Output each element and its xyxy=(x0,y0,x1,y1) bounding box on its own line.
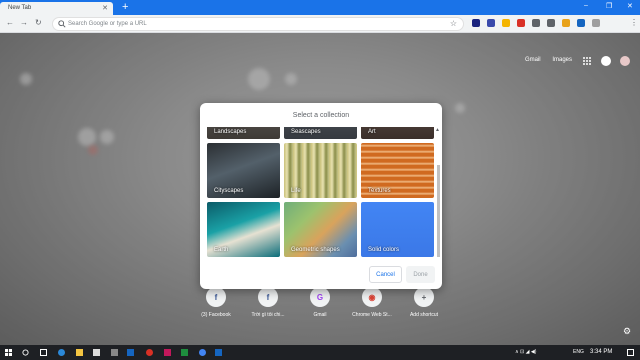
images-link[interactable]: Images xyxy=(552,57,572,63)
extension-icon[interactable] xyxy=(487,19,495,27)
shortcut-tile[interactable]: + Add shortcut xyxy=(404,287,444,318)
store-icon[interactable] xyxy=(93,349,100,356)
clock[interactable]: 3:34 PM xyxy=(590,349,612,355)
reload-button[interactable]: ↻ xyxy=(35,18,42,27)
collection-label: Geometric shapes xyxy=(291,247,340,253)
shortcut-label: Add shortcut xyxy=(409,312,439,318)
collection-grid: Landscapes Seascapes Art Cityscapes Life Text… xyxy=(200,127,442,263)
search-icon xyxy=(58,20,66,28)
extension-icon[interactable] xyxy=(517,19,525,27)
shortcut-icon: f xyxy=(258,287,278,307)
collection-label: Art xyxy=(368,129,376,135)
notification-center-icon[interactable] xyxy=(627,349,634,356)
language-indicator[interactable]: ENG xyxy=(573,349,584,355)
task-view-icon[interactable] xyxy=(40,349,47,356)
customize-gear-icon[interactable]: ⚙ xyxy=(623,326,631,337)
shortcut-label: Chrome Web St... xyxy=(352,312,392,318)
collection-label: Life xyxy=(291,188,301,194)
excel-icon[interactable] xyxy=(181,349,188,356)
maximize-button[interactable]: ❐ xyxy=(606,2,612,10)
forward-button[interactable]: → xyxy=(20,18,28,27)
windows-taskbar: ∧ ⊡ ◢ ◀) ENG 3:34 PM xyxy=(0,345,640,360)
edge-icon[interactable] xyxy=(58,349,65,356)
collection-label: Textures xyxy=(368,188,391,194)
extension-icon[interactable] xyxy=(577,19,585,27)
extension-icon[interactable] xyxy=(502,19,510,27)
tab-new-tab[interactable]: New Tab ✕ xyxy=(0,2,113,15)
gmail-link[interactable]: Gmail xyxy=(525,57,541,63)
cortana-icon[interactable] xyxy=(22,349,29,356)
shortcut-icon: G xyxy=(310,287,330,307)
system-tray[interactable]: ∧ ⊡ ◢ ◀) xyxy=(515,349,536,355)
app-icon[interactable] xyxy=(215,349,222,356)
apps-grid-icon[interactable] xyxy=(583,57,591,65)
collection-label: Solid colors xyxy=(368,247,400,253)
shortcut-label: (3) Facebook xyxy=(201,312,231,318)
tab-close-icon[interactable]: ✕ xyxy=(102,4,108,12)
avatar[interactable] xyxy=(620,56,630,66)
mail-icon[interactable] xyxy=(111,349,118,356)
extension-icon[interactable] xyxy=(562,19,570,27)
app-icon[interactable] xyxy=(127,349,134,356)
bookmark-star-icon[interactable]: ☆ xyxy=(450,19,457,28)
notifications-icon[interactable] xyxy=(601,56,611,66)
collection-tile[interactable]: Geometric shapes xyxy=(284,202,357,257)
app-icon[interactable] xyxy=(164,349,171,356)
shortcut-label: Trời gì tối chi... xyxy=(251,312,285,318)
shortcut-icon: ◉ xyxy=(362,287,382,307)
collection-label: Seascapes xyxy=(291,129,321,135)
collection-tile[interactable]: Seascapes xyxy=(284,127,357,139)
extension-icon[interactable] xyxy=(547,19,555,27)
extension-icon[interactable] xyxy=(472,19,480,27)
collection-tile[interactable]: Life xyxy=(284,143,357,198)
collection-tile[interactable]: Solid colors xyxy=(361,202,434,257)
close-window-button[interactable]: ✕ xyxy=(627,2,633,10)
opera-icon[interactable] xyxy=(146,349,153,356)
back-button[interactable]: ← xyxy=(6,18,14,27)
collection-tile[interactable]: Cityscapes xyxy=(207,143,280,198)
scroll-up-icon[interactable]: ▲ xyxy=(435,127,440,133)
shortcut-tile[interactable]: G Gmail xyxy=(300,287,340,318)
collection-label: Cityscapes xyxy=(214,188,244,194)
tab-title: New Tab xyxy=(8,5,32,11)
omnibox[interactable]: Search Google or type a URL ☆ xyxy=(52,17,464,31)
collection-label: Landscapes xyxy=(214,129,247,135)
new-tab-button[interactable]: + xyxy=(122,1,128,13)
omnibox-placeholder: Search Google or type a URL xyxy=(68,21,147,27)
chrome-icon[interactable] xyxy=(199,349,206,356)
extension-icon[interactable] xyxy=(592,19,600,27)
shortcut-tile[interactable]: ◉ Chrome Web St... xyxy=(352,287,392,318)
shortcut-icon: f xyxy=(206,287,226,307)
shortcut-tile[interactable]: f Trời gì tối chi... xyxy=(248,287,288,318)
cancel-button[interactable]: Cancel xyxy=(369,266,402,283)
dialog-scrollbar[interactable] xyxy=(437,165,440,257)
collection-label: Earth xyxy=(214,247,229,253)
done-button[interactable]: Done xyxy=(406,266,435,283)
browser-toolbar: ← → ↻ Search Google or type a URL ☆ ⋮ xyxy=(0,15,640,33)
collection-tile[interactable]: Textures xyxy=(361,143,434,198)
select-collection-dialog: Select a collection Landscapes Seascapes A… xyxy=(200,103,442,289)
top-links: Gmail Images xyxy=(515,57,572,63)
minimize-button[interactable]: – xyxy=(584,2,588,9)
windows-start-icon[interactable] xyxy=(5,349,12,356)
file-explorer-icon[interactable] xyxy=(76,349,83,356)
collection-tile[interactable]: Earth xyxy=(207,202,280,257)
dialog-title: Select a collection xyxy=(292,112,350,119)
shortcut-label: Gmail xyxy=(313,312,327,318)
shortcut-icon: + xyxy=(414,287,434,307)
title-bar: New Tab ✕ + – ❐ ✕ xyxy=(0,0,640,15)
extension-icon[interactable] xyxy=(532,19,540,27)
collection-tile[interactable]: Art xyxy=(361,127,434,139)
menu-icon[interactable]: ⋮ xyxy=(630,18,638,27)
shortcut-tile[interactable]: f (3) Facebook xyxy=(196,287,236,318)
collection-tile[interactable]: Landscapes xyxy=(207,127,280,139)
